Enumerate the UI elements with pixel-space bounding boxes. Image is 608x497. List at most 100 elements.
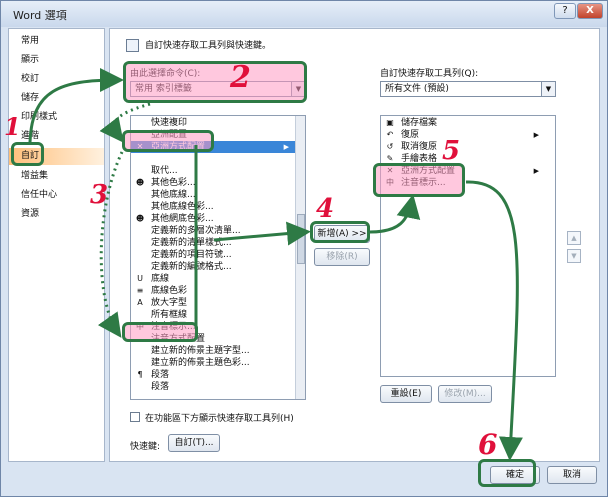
toolbar-command-item[interactable]: ↶ 復原 ▶	[381, 129, 545, 141]
available-command-item[interactable]: 段落	[131, 381, 295, 393]
chevron-down-icon: ▼	[541, 82, 555, 96]
nav-item-proofing[interactable]: 校訂	[9, 71, 104, 88]
command-icon: ✕	[386, 166, 394, 175]
ok-button[interactable]: 確定	[490, 466, 540, 484]
nav-item-save[interactable]: 儲存	[9, 90, 104, 107]
command-label: 注音標示...	[401, 178, 446, 188]
available-command-item[interactable]: 其他底線色彩...	[131, 201, 295, 213]
nav-item-trust-center[interactable]: 信任中心	[9, 187, 104, 204]
available-command-item[interactable]: ≡ 底線色彩	[131, 285, 295, 297]
available-command-item[interactable]	[131, 153, 295, 165]
available-commands-scrollbar[interactable]	[295, 116, 305, 399]
move-down-button[interactable]: ▼	[567, 249, 581, 263]
available-command-item[interactable]: 定義新的項目符號...	[131, 249, 295, 261]
available-command-item[interactable]: 建立新的佈景主題字型...	[131, 345, 295, 357]
nav-item-advanced[interactable]: 進階	[9, 128, 104, 145]
modify-button[interactable]: 修改(M)...	[438, 385, 492, 403]
nav-item-display[interactable]: 顯示	[9, 52, 104, 69]
choose-commands-dropdown[interactable]: 常用 索引標籤 ▼	[130, 81, 306, 97]
submenu-arrow-icon: ▶	[533, 167, 539, 175]
command-icon	[135, 382, 145, 392]
command-icon	[135, 238, 145, 248]
customize-toolbar-value: 所有文件 (預設)	[385, 84, 449, 94]
nav-item-resources[interactable]: 資源	[9, 206, 104, 223]
available-command-item[interactable]: 亞洲配置	[131, 129, 295, 141]
command-label: 亞洲方式配置	[151, 142, 206, 152]
command-icon: 中	[386, 178, 394, 187]
toolbar-commands-list[interactable]: ▣ 儲存檔案 ↶ 復原 ▶ ↺ 取消復原 ✎ 手繪表格 ✕ 亞洲方式配置 ▶ 中注音標示...	[380, 115, 556, 377]
reset-button[interactable]: 重設(E)	[380, 385, 432, 403]
command-label: 放大字型	[151, 298, 188, 308]
toolbar-command-item[interactable]: ↺ 取消復原	[381, 141, 545, 153]
command-label: 建立新的佈景主題色彩...	[151, 358, 250, 368]
command-icon	[135, 130, 145, 140]
customize-toolbar-dropdown[interactable]: 所有文件 (預設) ▼	[380, 81, 556, 97]
nav-item-general[interactable]: 常用	[9, 33, 104, 50]
command-icon	[135, 310, 145, 320]
command-icon	[135, 118, 145, 128]
available-command-item[interactable]: 定義新的編號格式...	[131, 261, 295, 273]
show-below-ribbon-label: 在功能區下方顯示快速存取工具列(H)	[145, 414, 294, 424]
nav-item-addins[interactable]: 增益集	[9, 168, 104, 185]
command-icon: ☻	[135, 178, 145, 187]
command-icon: ▣	[386, 118, 394, 127]
available-command-item[interactable]: 定義新的清單樣式...	[131, 237, 295, 249]
help-button[interactable]: ?	[554, 3, 576, 19]
chevron-down-icon: ▼	[291, 82, 305, 96]
scroll-thumb[interactable]	[297, 214, 305, 264]
command-icon: ≡	[136, 286, 144, 295]
available-command-item[interactable]: U 底線	[131, 273, 295, 285]
command-icon: ↶	[386, 130, 394, 139]
choose-commands-label: 由此選擇命令(C):	[130, 69, 201, 79]
choose-commands-value: 常用 索引標籤	[135, 84, 192, 94]
available-command-item[interactable]: 中注音標示...	[131, 321, 295, 333]
command-icon	[135, 154, 145, 164]
available-commands-list[interactable]: 快速複印 亞洲配置 ✕ 亞洲方式配置 ▶ 取代... ☻ 其他色彩... 其他底線... 其他底線…	[130, 115, 306, 400]
command-icon	[135, 262, 145, 272]
available-command-item[interactable]: 建立新的佈景主題色彩...	[131, 357, 295, 369]
toolbar-command-item[interactable]: ✕ 亞洲方式配置 ▶	[381, 165, 545, 177]
title-bar: Word 選項 ? X	[1, 1, 607, 27]
nav-item-print-style[interactable]: 印刷樣式	[9, 109, 104, 126]
word-options-dialog: Word 選項 ? X 常用 顯示 校訂 儲存 印刷樣式 進階 自訂 增益集 信…	[0, 0, 608, 497]
available-command-item[interactable]: ¶ 段落	[131, 369, 295, 381]
available-command-item[interactable]: 定義新的多層次清單...	[131, 225, 295, 237]
command-icon: ☻	[135, 214, 145, 223]
available-command-item[interactable]: 其他底線...	[131, 189, 295, 201]
command-label: 段落	[151, 370, 170, 380]
add-button[interactable]: 新增(A) >>	[314, 225, 370, 243]
customize-shortcuts-button[interactable]: 自訂(T)...	[168, 434, 220, 452]
panel-heading-text: 自訂快速存取工具列與快速鍵。	[145, 41, 272, 51]
nav-item-customize[interactable]: 自訂	[9, 148, 104, 165]
submenu-arrow-icon: ▶	[533, 131, 539, 139]
panel-heading: 自訂快速存取工具列與快速鍵。	[126, 38, 271, 54]
move-up-button[interactable]: ▲	[567, 231, 581, 245]
command-icon	[135, 190, 145, 200]
available-command-item[interactable]: ☻ 其他色彩...	[131, 177, 295, 189]
available-command-item[interactable]: ☻ 其他網底色彩...	[131, 213, 295, 225]
command-label: 底線色彩	[151, 286, 188, 296]
command-label: 定義新的多層次清單...	[151, 226, 241, 236]
available-command-item[interactable]: 注音方式配置	[131, 333, 295, 345]
command-icon: A	[137, 298, 143, 307]
available-command-item[interactable]: 快速複印	[131, 117, 295, 129]
toolbar-command-item[interactable]: ▣ 儲存檔案	[381, 117, 545, 129]
close-button[interactable]: X	[577, 3, 603, 19]
cancel-button[interactable]: 取消	[547, 466, 597, 484]
toolbar-command-item[interactable]: ✎ 手繪表格	[381, 153, 545, 165]
available-command-item[interactable]: A 放大字型	[131, 297, 295, 309]
command-label: 復原	[401, 130, 420, 140]
remove-button[interactable]: 移除(R)	[314, 248, 370, 266]
command-icon: ✎	[386, 154, 394, 163]
toolbar-command-item[interactable]: 中注音標示...	[381, 177, 545, 189]
available-command-item[interactable]: 取代...	[131, 165, 295, 177]
command-label: 亞洲方式配置	[401, 166, 456, 176]
available-command-item[interactable]: 所有框線	[131, 309, 295, 321]
show-below-ribbon-checkbox[interactable]	[130, 412, 140, 422]
command-icon	[135, 226, 145, 236]
command-label: 亞洲配置	[151, 130, 188, 140]
command-label: 其他底線色彩...	[151, 202, 214, 212]
available-command-item[interactable]: ✕ 亞洲方式配置 ▶	[131, 141, 295, 153]
submenu-arrow-icon: ▶	[283, 143, 289, 151]
command-label: 定義新的編號格式...	[151, 262, 232, 272]
